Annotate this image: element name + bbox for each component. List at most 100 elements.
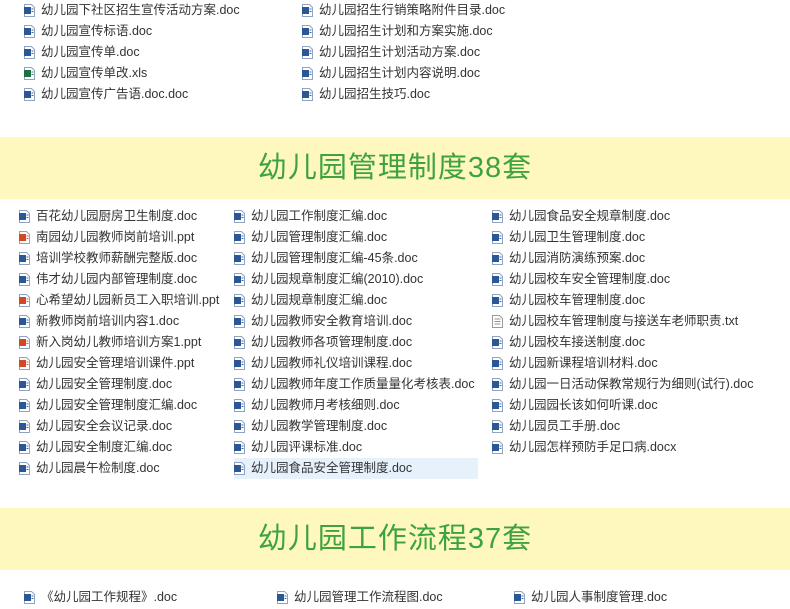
file-name: 幼儿园评课标准.doc xyxy=(251,440,363,454)
file-name: 幼儿园宣传标语.doc xyxy=(41,24,153,38)
file-name: 幼儿园教师月考核细则.doc xyxy=(251,398,400,412)
file-item[interactable]: 幼儿园规章制度汇编.doc xyxy=(234,290,387,311)
file-item[interactable]: 幼儿园教师月考核细则.doc xyxy=(234,395,400,416)
powerpoint-ppt-icon xyxy=(19,231,30,244)
file-item[interactable]: 幼儿园安全管理培训课件.ppt xyxy=(19,353,194,374)
file-item[interactable]: 幼儿园教师安全教育培训.doc xyxy=(234,311,412,332)
file-item[interactable]: 幼儿园员工手册.doc xyxy=(492,416,620,437)
file-item[interactable]: 幼儿园校车管理制度.doc xyxy=(492,290,645,311)
file-name: 新教师岗前培训内容1.doc xyxy=(36,314,180,328)
file-item[interactable]: 幼儿园招生计划内容说明.doc xyxy=(302,63,480,84)
file-item[interactable]: 幼儿园安全制度汇编.doc xyxy=(19,437,172,458)
file-name: 幼儿园一日活动保教常规行为细则(试行).doc xyxy=(509,377,754,391)
excel-xls-icon xyxy=(24,67,35,80)
file-name: 《幼儿园工作规程》.doc xyxy=(41,590,178,604)
word-doc-icon xyxy=(492,231,503,244)
word-doc-icon xyxy=(277,591,288,604)
word-doc-icon xyxy=(492,294,503,307)
file-item[interactable]: 幼儿园规章制度汇编(2010).doc xyxy=(234,269,423,290)
file-name: 幼儿园怎样预防手足口病.docx xyxy=(509,440,677,454)
file-item[interactable]: 幼儿园招生行销策略附件目录.doc xyxy=(302,0,505,21)
file-item[interactable]: 幼儿园招生计划和方案实施.doc xyxy=(302,21,493,42)
word-doc-icon xyxy=(19,420,30,433)
file-item[interactable]: 幼儿园校车安全管理制度.doc xyxy=(492,269,670,290)
file-item[interactable]: 南园幼儿园教师岗前培训.ppt xyxy=(19,227,194,248)
file-item[interactable]: 伟才幼儿园内部管理制度.doc xyxy=(19,269,197,290)
file-name: 幼儿园教师安全教育培训.doc xyxy=(251,314,413,328)
file-item[interactable]: 幼儿园宣传单.doc xyxy=(24,42,140,63)
file-item[interactable]: 幼儿园评课标准.doc xyxy=(234,437,362,458)
file-item[interactable]: 《幼儿园工作规程》.doc xyxy=(24,587,177,608)
word-doc-icon xyxy=(234,399,245,412)
word-doc-icon xyxy=(234,420,245,433)
file-item[interactable]: 幼儿园食品安全规章制度.doc xyxy=(492,206,670,227)
file-item[interactable]: 幼儿园安全管理制度汇编.doc xyxy=(19,395,197,416)
file-item[interactable]: 幼儿园怎样预防手足口病.docx xyxy=(492,437,676,458)
word-doc-icon xyxy=(234,462,245,475)
file-item[interactable]: 幼儿园宣传单改.xls xyxy=(24,63,147,84)
file-name: 幼儿园管理工作流程图.doc xyxy=(294,590,443,604)
word-doc-icon xyxy=(302,67,313,80)
file-name: 幼儿园消防演练预案.doc xyxy=(509,251,646,265)
file-item[interactable]: 幼儿园安全管理制度.doc xyxy=(19,374,172,395)
section-title-workflow: 幼儿园工作流程37套 xyxy=(257,523,533,555)
file-item[interactable]: 幼儿园下社区招生宣传活动方案.doc xyxy=(24,0,240,21)
file-item[interactable]: 幼儿园安全会议记录.doc xyxy=(19,416,172,437)
file-item[interactable]: 幼儿园招生技巧.doc xyxy=(302,84,430,105)
word-doc-icon xyxy=(492,441,503,454)
file-item[interactable]: 幼儿园园长该如何听课.doc xyxy=(492,395,658,416)
management-file-list: 百花幼儿园厨房卫生制度.doc 南园幼儿园教师岗前培训.ppt 培训学校教师薪酬完整… xyxy=(0,206,790,484)
file-item[interactable]: 幼儿园宣传广告语.doc.doc xyxy=(24,84,188,105)
file-item[interactable]: 幼儿园教师各项管理制度.doc xyxy=(234,332,412,353)
file-name: 幼儿园教学管理制度.doc xyxy=(251,419,388,433)
file-name: 幼儿园管理制度汇编-45条.doc xyxy=(251,251,418,265)
word-doc-icon xyxy=(234,336,245,349)
file-item[interactable]: 幼儿园招生计划活动方案.doc xyxy=(302,42,480,63)
file-item[interactable]: 幼儿园消防演练预案.doc xyxy=(492,248,645,269)
word-doc-icon xyxy=(302,4,313,17)
word-doc-icon xyxy=(19,273,30,286)
file-item[interactable]: 幼儿园教师年度工作质量量化考核表.doc xyxy=(234,374,475,395)
file-name: 幼儿园招生计划活动方案.doc xyxy=(319,45,481,59)
word-doc-icon xyxy=(24,46,35,59)
file-name: 幼儿园宣传单.doc xyxy=(41,45,140,59)
file-name: 幼儿园招生技巧.doc xyxy=(319,87,431,101)
file-name: 幼儿园食品安全管理制度.doc xyxy=(251,461,413,475)
file-item[interactable]: 新入岗幼儿教师培训方案1.ppt xyxy=(19,332,201,353)
file-item[interactable]: 幼儿园新课程培训材料.doc xyxy=(492,353,658,374)
file-item[interactable]: 新教师岗前培训内容1.doc xyxy=(19,311,179,332)
file-item[interactable]: 幼儿园食品安全管理制度.doc xyxy=(234,458,478,479)
file-item[interactable]: 幼儿园校车接送制度.doc xyxy=(492,332,645,353)
file-item[interactable]: 幼儿园管理工作流程图.doc xyxy=(277,587,443,608)
file-name: 幼儿园校车管理制度与接送车老师职责.txt xyxy=(509,314,739,328)
word-doc-icon xyxy=(492,357,503,370)
file-item[interactable]: 幼儿园宣传标语.doc xyxy=(24,21,152,42)
file-name: 幼儿园教师年度工作质量量化考核表.doc xyxy=(251,377,475,391)
file-name: 幼儿园教师礼仪培训课程.doc xyxy=(251,356,413,370)
file-name: 幼儿园人事制度管理.doc xyxy=(531,590,668,604)
file-name: 幼儿园校车接送制度.doc xyxy=(509,335,646,349)
file-item[interactable]: 幼儿园晨午检制度.doc xyxy=(19,458,160,479)
file-item[interactable]: 培训学校教师薪酬完整版.doc xyxy=(19,248,197,269)
file-item[interactable]: 幼儿园校车管理制度与接送车老师职责.txt xyxy=(492,311,738,332)
text-file-icon xyxy=(492,315,503,328)
file-item[interactable]: 心希望幼儿园新员工入职培训.ppt xyxy=(19,290,219,311)
file-item[interactable]: 幼儿园教学管理制度.doc xyxy=(234,416,387,437)
file-item[interactable]: 幼儿园一日活动保教常规行为细则(试行).doc xyxy=(492,374,753,395)
word-doc-icon xyxy=(234,357,245,370)
file-item[interactable]: 幼儿园教师礼仪培训课程.doc xyxy=(234,353,412,374)
section-banner-workflow: 幼儿园工作流程37套 xyxy=(0,508,790,570)
word-doc-icon xyxy=(24,591,35,604)
word-doc-icon xyxy=(19,378,30,391)
section-title-management: 幼儿园管理制度38套 xyxy=(257,152,533,184)
file-item[interactable]: 幼儿园人事制度管理.doc xyxy=(514,587,667,608)
word-doc-icon xyxy=(302,46,313,59)
file-item[interactable]: 幼儿园管理制度汇编-45条.doc xyxy=(234,248,418,269)
file-item[interactable]: 幼儿园卫生管理制度.doc xyxy=(492,227,645,248)
file-item[interactable]: 幼儿园管理制度汇编.doc xyxy=(234,227,387,248)
file-name: 幼儿园食品安全规章制度.doc xyxy=(509,209,671,223)
word-doc-icon xyxy=(24,88,35,101)
word-doc-icon xyxy=(492,336,503,349)
file-item[interactable]: 百花幼儿园厨房卫生制度.doc xyxy=(19,206,197,227)
file-item[interactable]: 幼儿园工作制度汇编.doc xyxy=(234,206,387,227)
